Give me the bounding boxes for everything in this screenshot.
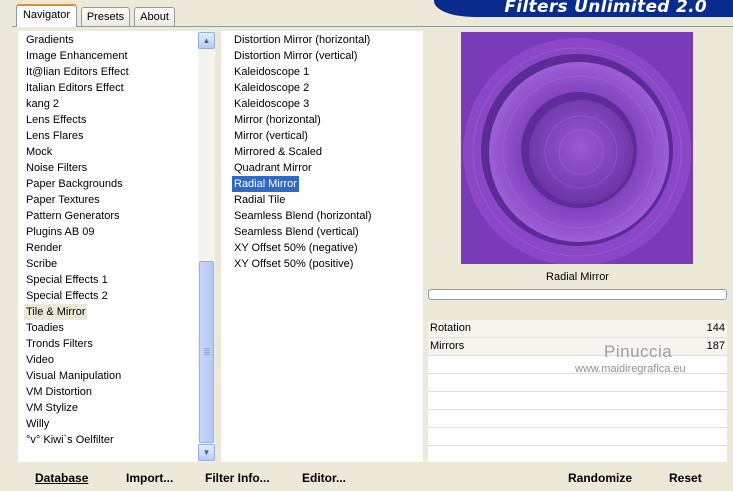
randomize-button[interactable]: Randomize <box>568 468 632 488</box>
category-item[interactable]: Toadies <box>24 320 66 336</box>
filter-name-label: Radial Mirror <box>546 271 609 283</box>
category-item[interactable]: Italian Editors Effect <box>24 80 126 96</box>
filter-info-button[interactable]: Filter Info... <box>205 468 270 488</box>
category-item[interactable]: VM Stylize <box>24 400 80 416</box>
watermark-name: Pinuccia <box>604 342 673 361</box>
import-button[interactable]: Import... <box>126 468 173 488</box>
filter-item[interactable]: Kaleidoscope 2 <box>232 80 311 96</box>
category-item[interactable]: Tronds Filters <box>24 336 95 352</box>
filter-item[interactable]: Mirrored & Scaled <box>232 144 324 160</box>
category-item[interactable]: VM Distortion <box>24 384 94 400</box>
category-item[interactable]: kang 2 <box>24 96 61 112</box>
category-item[interactable]: It@lian Editors Effect <box>24 64 131 80</box>
scrollbar-thumb[interactable] <box>199 261 214 443</box>
category-item[interactable]: Plugins AB 09 <box>24 224 97 240</box>
category-item[interactable]: Render <box>24 240 64 256</box>
brand-banner: Filters Unlimited 2.0 <box>434 0 733 17</box>
filter-item[interactable]: Seamless Blend (horizontal) <box>232 208 374 224</box>
tab-navigator[interactable]: Navigator <box>16 4 77 27</box>
category-item[interactable]: Scribe <box>24 256 59 272</box>
param-row-empty <box>428 374 727 392</box>
filter-item[interactable]: Distortion Mirror (horizontal) <box>232 32 372 48</box>
watermark-url: www.maidiregrafica.eu <box>575 363 686 375</box>
filter-item[interactable]: Kaleidoscope 3 <box>232 96 311 112</box>
filter-item[interactable]: Kaleidoscope 1 <box>232 64 311 80</box>
editor-button[interactable]: Editor... <box>302 468 346 488</box>
filter-list[interactable]: Distortion Mirror (horizontal) Distortion… <box>221 31 423 462</box>
category-list[interactable]: Gradients Image Enhancement It@lian Editor… <box>18 31 198 462</box>
param-row-empty <box>428 410 727 428</box>
param-value: 187 <box>706 340 725 352</box>
category-item[interactable]: Willy <box>24 416 51 432</box>
filter-item[interactable]: Radial Mirror <box>232 176 299 192</box>
param-value: 144 <box>706 322 725 334</box>
tab-presets[interactable]: Presets <box>81 7 130 26</box>
database-button[interactable]: Database <box>35 468 88 488</box>
category-item[interactable]: Lens Flares <box>24 128 85 144</box>
filter-item[interactable]: Mirror (vertical) <box>232 128 310 144</box>
scroll-down-arrow-icon[interactable]: ▼ <box>198 444 215 461</box>
category-item[interactable]: Pattern Generators <box>24 208 122 224</box>
category-item[interactable]: Noise Filters <box>24 160 89 176</box>
preview-frame <box>428 31 727 266</box>
filter-item[interactable]: Radial Tile <box>232 192 287 208</box>
scroll-up-arrow-icon[interactable]: ▲ <box>198 32 215 49</box>
category-item[interactable]: Gradients <box>24 32 76 48</box>
category-item[interactable]: Paper Textures <box>24 192 102 208</box>
filter-item[interactable]: XY Offset 50% (positive) <box>232 256 355 272</box>
param-row-empty <box>428 392 727 410</box>
category-item[interactable]: °v° Kiwi`s Oelfilter <box>24 432 116 448</box>
category-item[interactable]: Paper Backgrounds <box>24 176 125 192</box>
param-label: Rotation <box>430 322 471 334</box>
filter-item[interactable]: XY Offset 50% (negative) <box>232 240 360 256</box>
tab-about[interactable]: About <box>134 7 175 26</box>
category-item[interactable]: Special Effects 1 <box>24 272 110 288</box>
param-row-rotation[interactable]: Rotation 144 <box>428 320 727 338</box>
filter-item[interactable]: Seamless Blend (vertical) <box>232 224 361 240</box>
category-item[interactable]: Video <box>24 352 56 368</box>
category-item[interactable]: Image Enhancement <box>24 48 130 64</box>
filter-item[interactable]: Mirror (horizontal) <box>232 112 323 128</box>
reset-button[interactable]: Reset <box>669 468 702 488</box>
preview-image <box>461 32 693 264</box>
param-label: Mirrors <box>430 340 465 352</box>
category-item[interactable]: Tile & Mirror <box>24 304 88 320</box>
category-item[interactable]: Lens Effects <box>24 112 88 128</box>
filter-item[interactable]: Distortion Mirror (vertical) <box>232 48 359 64</box>
param-row-empty <box>428 428 727 446</box>
category-item[interactable]: Visual Manipulation <box>24 368 123 384</box>
progress-bar <box>428 289 727 300</box>
param-row-mirrors[interactable]: Mirrors 187 <box>428 338 727 356</box>
filter-item[interactable]: Quadrant Mirror <box>232 160 314 176</box>
category-item[interactable]: Special Effects 2 <box>24 288 110 304</box>
category-item[interactable]: Mock <box>24 144 54 160</box>
